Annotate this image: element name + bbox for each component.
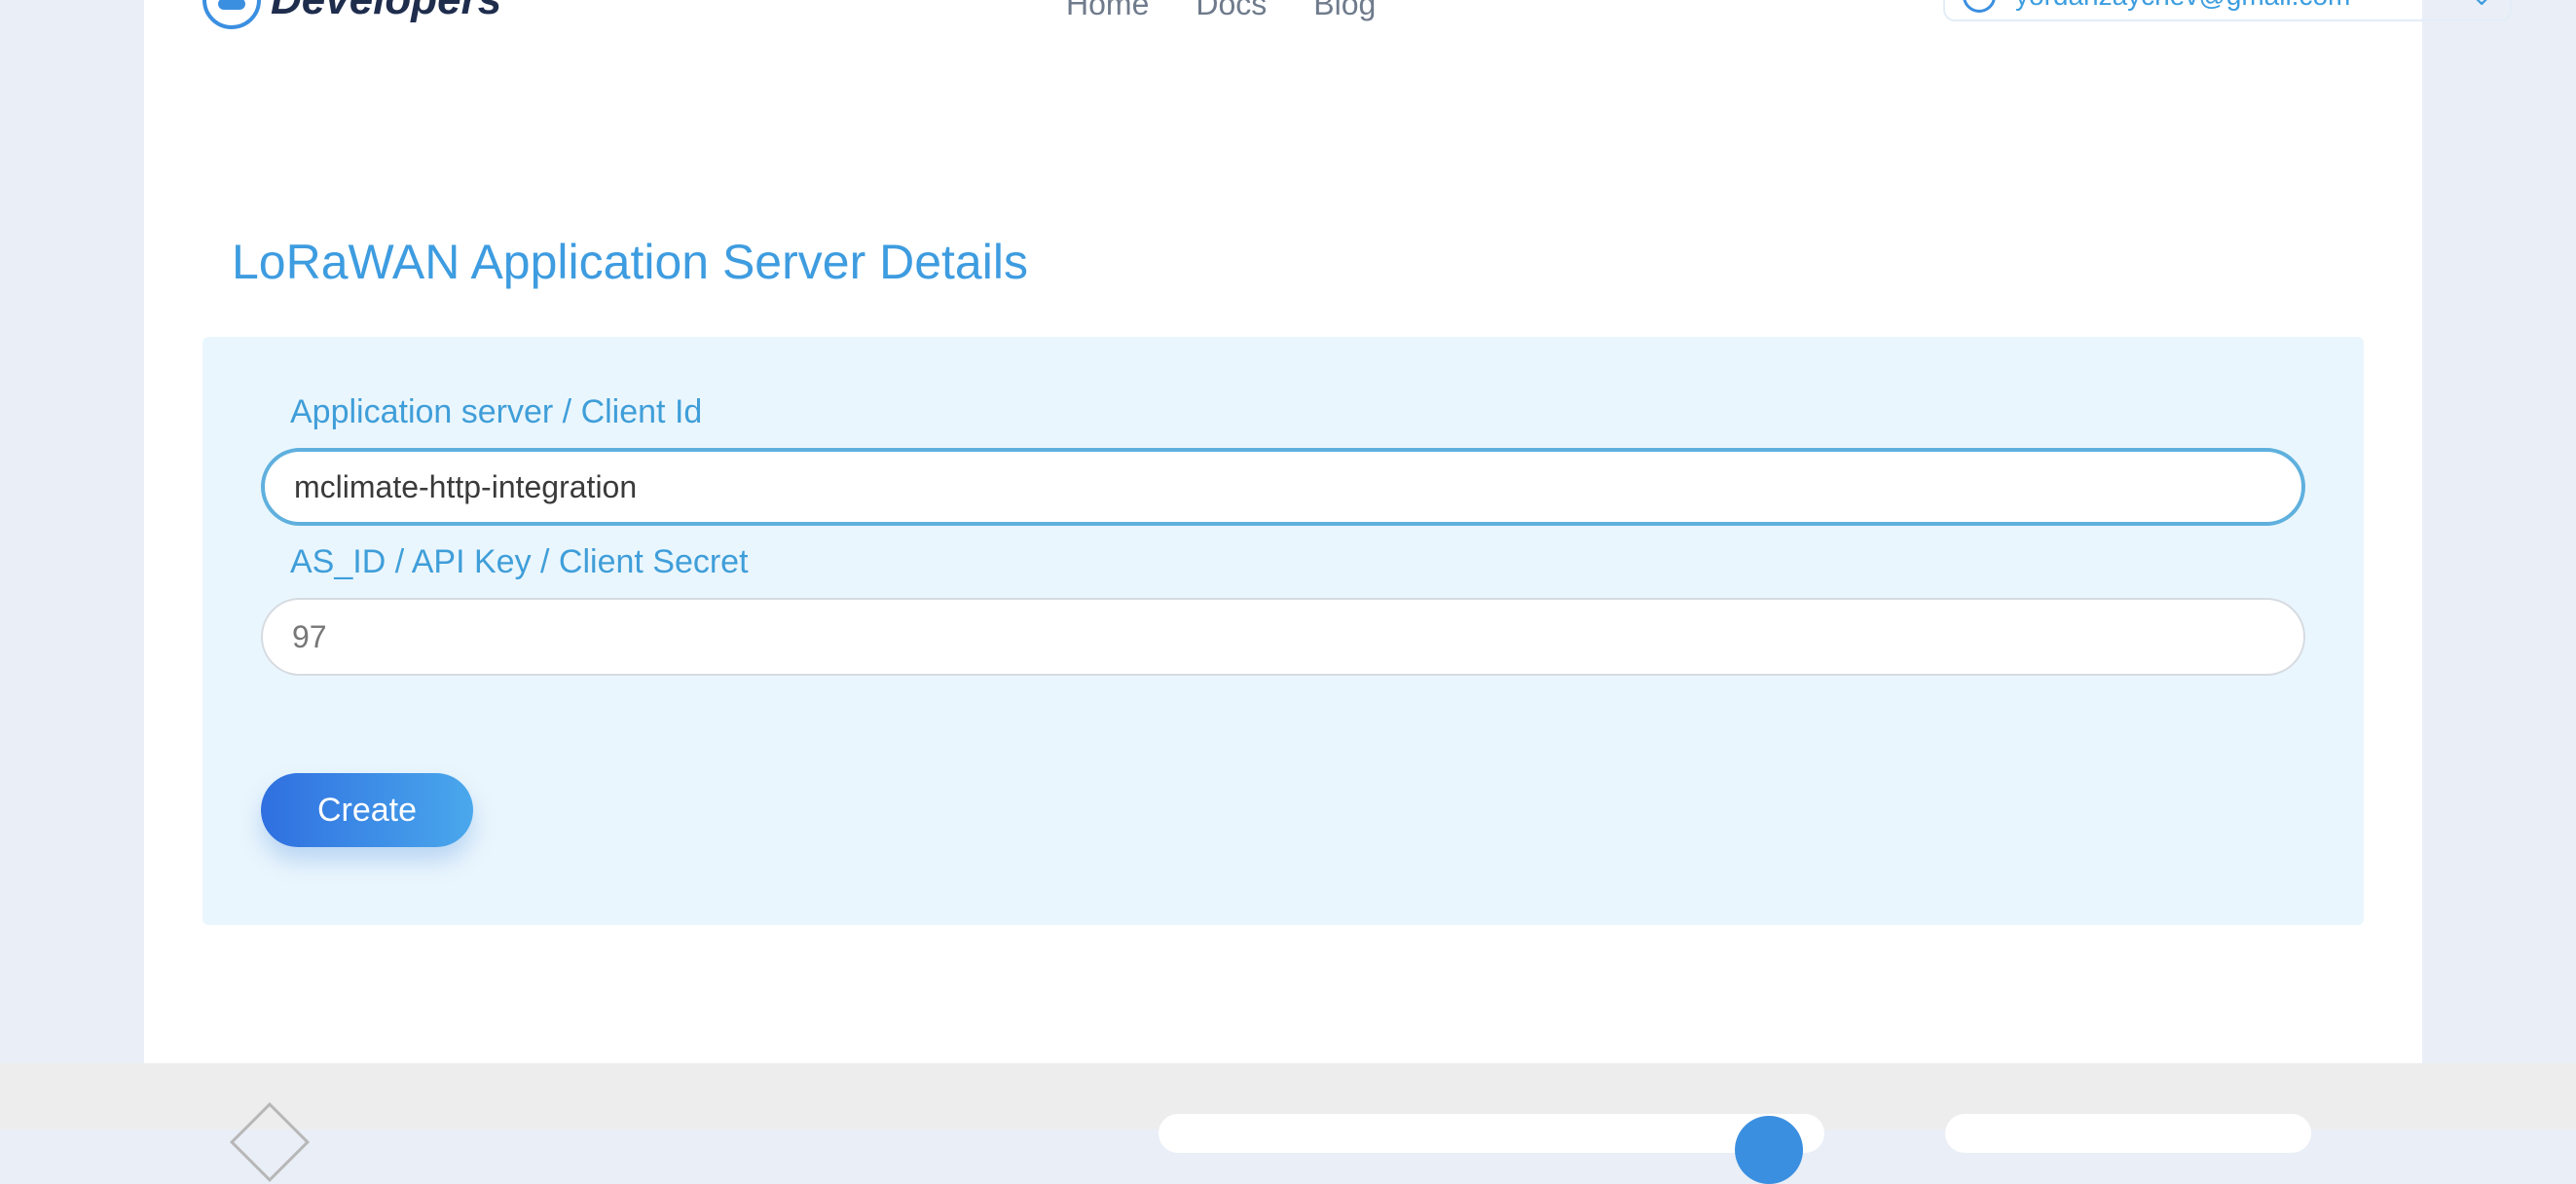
footer-search-input[interactable]	[1159, 1114, 1824, 1153]
footer	[0, 1063, 2576, 1184]
client-id-label: Application server / Client Id	[290, 393, 703, 430]
chevron-down-icon: ⌄	[2471, 0, 2492, 12]
nav-home[interactable]: Home	[1066, 0, 1149, 22]
nav-docs[interactable]: Docs	[1196, 0, 1267, 22]
logo-icon	[202, 0, 261, 29]
client-secret-input[interactable]	[261, 598, 2305, 676]
logo-text: Developers	[271, 0, 501, 24]
page-title: LoRaWAN Application Server Details	[232, 235, 1028, 289]
account-email: yordanzaychev@gmail.com	[2015, 0, 2451, 12]
create-button[interactable]: Create	[261, 773, 473, 847]
footer-logo-icon	[229, 1101, 311, 1183]
client-secret-label: AS_ID / API Key / Client Secret	[290, 543, 749, 580]
client-id-input[interactable]	[261, 448, 2305, 526]
nav-blog[interactable]: Blog	[1313, 0, 1376, 22]
account-menu[interactable]: yordanzaychev@gmail.com ⌄	[1943, 0, 2512, 21]
page: Developers Home Docs Blog yordanzaychev@…	[144, 0, 2512, 1129]
main-nav: Home Docs Blog	[1066, 0, 1376, 22]
footer-search-button[interactable]	[1735, 1116, 1803, 1184]
header: Developers Home Docs Blog yordanzaychev@…	[144, 0, 2512, 39]
user-icon	[1963, 0, 1996, 13]
form-card: Application server / Client Id AS_ID / A…	[202, 337, 2364, 925]
footer-subscribe-button[interactable]	[1945, 1114, 2311, 1153]
logo[interactable]: Developers	[202, 0, 501, 29]
